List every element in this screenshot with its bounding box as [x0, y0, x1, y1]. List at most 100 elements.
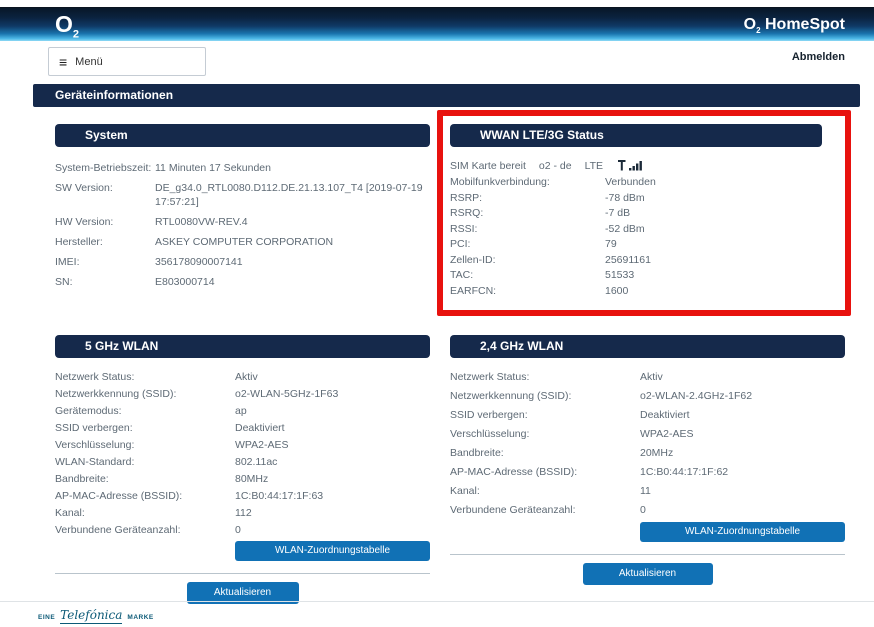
- info-row-value: 51533: [605, 269, 635, 281]
- table-row: Kanal: 112: [55, 506, 430, 520]
- info-row-label: Bandbreite:: [55, 473, 109, 485]
- network-type: LTE: [584, 160, 604, 172]
- wwan-rows: Mobilfunkverbindung: Verbunden RSRP: -78 d…: [450, 176, 822, 298]
- info-row-label: Gerätemodus:: [55, 405, 122, 417]
- info-row-value: Aktiv: [235, 371, 258, 383]
- table-row: AP-MAC-Adresse (BSSID): 1C:B0:44:17:1F:62: [450, 465, 845, 479]
- info-row-value: -52 dBm: [605, 222, 645, 235]
- table-row: RSRQ: -7 dB: [450, 207, 822, 221]
- table-row: Kanal: 11: [450, 484, 845, 498]
- info-row-value: 25691161: [605, 253, 651, 266]
- table-row: Mobilfunkverbindung: Verbunden: [450, 176, 822, 190]
- info-row-value: 11: [640, 485, 651, 497]
- info-row-value: 79: [605, 238, 617, 250]
- wlan24-refresh-button[interactable]: Aktualisieren: [582, 563, 713, 585]
- info-row-label: AP-MAC-Adresse (BSSID):: [55, 490, 183, 502]
- table-row: TAC: 51533: [450, 269, 822, 283]
- product-o: O: [743, 16, 757, 33]
- sim-status-text: SIM Karte bereit: [450, 160, 526, 172]
- menu-button-label: Menü: [75, 55, 103, 68]
- page-title: Geräteinformationen: [33, 84, 860, 107]
- table-row: RSSI: -52 dBm: [450, 223, 822, 237]
- table-row: SSID verbergen: Deaktiviert: [55, 421, 430, 435]
- footer-divider: [0, 601, 874, 602]
- info-row-value: Deaktiviert: [640, 409, 690, 421]
- info-row-label: SSID verbergen:: [55, 422, 133, 434]
- info-row-label: Kanal:: [55, 507, 85, 519]
- brand-prefix: EINE: [38, 614, 56, 621]
- info-row-label: RSRQ:: [450, 207, 484, 219]
- info-row-value: o2-WLAN-5GHz-1F63: [235, 388, 339, 400]
- divider: [55, 573, 430, 574]
- info-row-label: Netzwerk Status:: [450, 371, 530, 383]
- info-row-value: 1C:B0:44:17:1F:62: [640, 466, 729, 478]
- product-sub: 2: [756, 26, 761, 36]
- info-row-label: Verbundene Geräteanzahl:: [450, 504, 576, 516]
- info-row-label: Kanal:: [450, 485, 480, 497]
- section-wlan-24ghz: 2,4 GHz WLAN Netzwerk Status: Aktiv Netzw…: [450, 335, 845, 585]
- info-row-label: Mobilfunkverbindung:: [450, 176, 550, 188]
- info-row-value: 11 Minuten 17 Sekunden: [155, 162, 271, 174]
- table-row: RSRP: -78 dBm: [450, 192, 822, 206]
- info-row-label: SN:: [55, 276, 73, 288]
- info-row-value: RTL0080VW-REV.4: [155, 216, 248, 228]
- operator-name: o2 - de: [538, 160, 572, 172]
- o2-logo-sub: 2: [72, 28, 80, 41]
- info-row-value: o2-WLAN-2.4GHz-1F62: [640, 390, 753, 402]
- wlan24-mapping-table-button[interactable]: WLAN-Zuordnungstabelle: [640, 522, 845, 542]
- info-row-label: RSSI:: [450, 222, 478, 235]
- table-row: Netzwerkkennung (SSID): o2-WLAN-5GHz-1F63: [55, 387, 430, 401]
- table-row: WLAN-Standard: 802.11ac: [55, 455, 430, 469]
- table-row: Verschlüsselung: WPA2-AES: [55, 438, 430, 452]
- o2-logo: O2: [55, 11, 79, 48]
- table-row: System-Betriebszeit: 11 Minuten 17 Sekund…: [55, 161, 430, 175]
- info-row-value: -7 dB: [605, 207, 631, 219]
- info-row-value: 356178090007141: [155, 256, 243, 268]
- info-row-label: TAC:: [450, 269, 474, 281]
- info-row-value: 20MHz: [640, 447, 674, 459]
- info-row-value: 1C:B0:44:17:1F:63: [235, 490, 324, 502]
- info-row-label: System-Betriebszeit:: [55, 162, 152, 174]
- table-row: Gerätemodus: ap: [55, 404, 430, 418]
- info-row-label: Verschlüsselung:: [450, 428, 530, 440]
- table-row: Verschlüsselung: WPA2-AES: [450, 427, 845, 441]
- info-row-label: HW Version:: [55, 216, 114, 228]
- info-row-label: WLAN-Standard:: [55, 456, 135, 468]
- info-row-label: SW Version:: [55, 182, 113, 194]
- info-row-value: Verbunden: [605, 176, 656, 188]
- info-row-value: ASKEY COMPUTER CORPORATION: [155, 236, 334, 248]
- wlan5-mapping-table-button[interactable]: WLAN-Zuordnungstabelle: [235, 541, 430, 561]
- section-wwan: WWAN LTE/3G Status SIM Karte bereit o2 -…: [450, 124, 822, 300]
- table-row: EARFCN: 1600: [450, 285, 822, 299]
- table-row: Netzwerk Status: Aktiv: [450, 370, 845, 384]
- divider: [450, 554, 845, 555]
- info-row-value: 1600: [605, 284, 629, 297]
- section-wwan-title: WWAN LTE/3G Status: [450, 124, 822, 147]
- info-row-label: Netzwerk Status:: [55, 371, 135, 383]
- o2-logo-text: O: [55, 11, 73, 37]
- info-row-label: Verbundene Geräteanzahl:: [55, 524, 181, 536]
- table-row: Netzwerk Status: Aktiv: [55, 370, 430, 384]
- info-row-label: Netzwerkkennung (SSID):: [450, 390, 572, 402]
- table-row: SSID verbergen: Deaktiviert: [450, 408, 845, 422]
- table-row: Bandbreite: 80MHz: [55, 472, 430, 486]
- product-title: O2 HomeSpot: [744, 16, 845, 35]
- info-row-value: Aktiv: [640, 371, 663, 383]
- info-row-value: 112: [235, 507, 252, 519]
- info-row-value: E803000714: [155, 276, 215, 288]
- section-system-title: System: [55, 124, 430, 147]
- logout-link[interactable]: Abmelden: [792, 51, 845, 63]
- product-name: HomeSpot: [765, 16, 845, 33]
- info-row-label: EARFCN:: [450, 284, 497, 297]
- menu-button[interactable]: ≡ Menü: [48, 47, 206, 76]
- info-row-label: Netzwerkkennung (SSID):: [55, 388, 177, 400]
- hamburger-menu-icon: ≡: [59, 53, 68, 70]
- info-row-value: DE_g34.0_RTL0080.D112.DE.21.13.107_T4 [2…: [155, 182, 423, 208]
- header-bar: O2 O2 HomeSpot: [0, 7, 874, 41]
- info-row-value: Deaktiviert: [235, 422, 285, 434]
- info-row-value: WPA2-AES: [640, 428, 694, 440]
- info-row-label: RSRP:: [450, 191, 483, 204]
- table-row: AP-MAC-Adresse (BSSID): 1C:B0:44:17:1F:63: [55, 489, 430, 503]
- telefonica-brand-logo: EINE Telefónica MARKE: [38, 608, 154, 624]
- table-row: Verbundene Geräteanzahl: 0: [450, 503, 845, 517]
